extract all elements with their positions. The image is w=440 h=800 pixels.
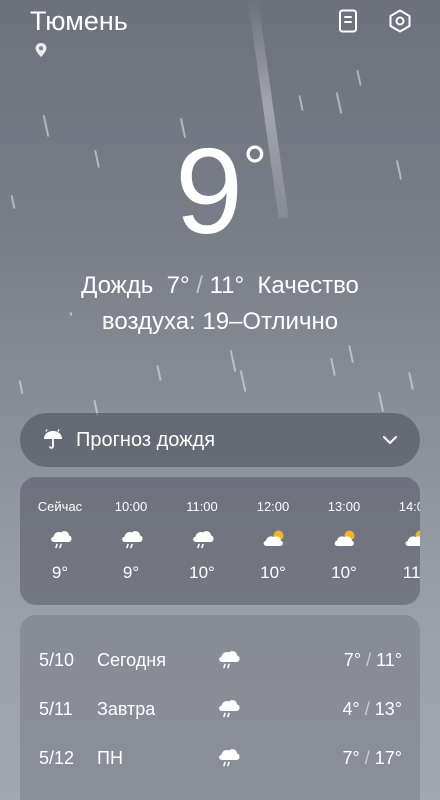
day-range: 7° / 17° (343, 748, 403, 769)
hour-time: 13:00 (327, 499, 361, 514)
high-temp: 11° (209, 272, 245, 299)
day-high: 13° (374, 699, 402, 719)
day-low: 7° (343, 650, 362, 670)
rain-cloud-icon (219, 749, 240, 767)
day-name: Сегодня (97, 650, 166, 670)
hour-time: 10:00 (114, 499, 148, 514)
weather-summary: Дождь 7° / 11° Качество воздуха: 19–Отли… (30, 268, 410, 340)
partly-cloudy-icon (334, 530, 355, 546)
hour-temp: 9° (51, 563, 69, 582)
rain-forecast-label: Прогноз дождя (76, 428, 216, 451)
chevron-down-icon[interactable] (382, 435, 398, 445)
day-high: 17° (374, 748, 402, 768)
edit-list-icon[interactable] (335, 8, 361, 34)
air-quality-value: воздуха: 19–Отлично (101, 308, 339, 335)
hour-time: 11:00 (186, 499, 218, 514)
day-range: 7° / 11° (344, 650, 402, 671)
day-row[interactable]: 5/10 Сегодня 7° / 11° (20, 640, 420, 680)
day-row[interactable]: 5/12 ПН 7° / 17° (20, 738, 420, 778)
day-name: Завтра (97, 699, 156, 719)
condition-text: Дождь (81, 272, 154, 299)
partly-cloudy-icon (263, 530, 284, 546)
hour-time: Сейчас (37, 499, 83, 514)
hour-time: 12:00 (256, 499, 290, 514)
day-low: 4° (342, 699, 360, 719)
day-separator: / (364, 748, 370, 768)
city-name[interactable]: Тюмень (30, 6, 128, 37)
temp-separator: / (196, 272, 203, 299)
rain-cloud-icon (219, 651, 240, 669)
degree-symbol: ° (242, 134, 267, 201)
air-quality-label: Качество (257, 272, 359, 299)
day-range: 4° / 13° (343, 699, 403, 720)
rain-cloud-icon (219, 700, 240, 718)
hour-temp: 10° (260, 563, 286, 582)
hour-temp: 10° (331, 563, 357, 582)
rain-cloud-icon (122, 531, 143, 549)
hour-temp: 10° (189, 563, 215, 582)
settings-gear-icon[interactable] (387, 8, 413, 34)
current-temperature: 9° (0, 130, 440, 252)
low-temp: 7° (166, 272, 190, 299)
day-row[interactable]: 5/11 Завтра 4° / 13° (20, 689, 420, 729)
day-separator: / (364, 699, 370, 719)
top-bar: Тюмень (0, 0, 440, 60)
summary-line-1: Дождь 7° / 11° Качество (30, 268, 410, 304)
temperature-value: 9 (175, 123, 243, 259)
day-date: 5/11 (39, 699, 73, 719)
hour-time: 14:00 (398, 499, 420, 514)
umbrella-icon (44, 429, 62, 449)
daily-forecast[interactable]: 5/10 Сегодня 7° / 11° 5/11 Завтра 4° / 1… (20, 615, 420, 800)
rain-cloud-icon (51, 531, 72, 549)
day-date: 5/12 (39, 748, 75, 768)
day-low: 7° (342, 748, 360, 768)
hour-temp: 9° (122, 563, 140, 582)
location-pin-icon (35, 43, 47, 57)
hourly-forecast[interactable]: Сейчас 9° 10:00 9° 11:00 10° 12:00 10° 1… (20, 477, 420, 605)
rain-forecast-card[interactable]: Прогноз дождя (20, 413, 420, 467)
hour-temp: 11° (402, 563, 420, 582)
rain-cloud-icon (193, 531, 214, 549)
day-separator: / (366, 650, 372, 670)
day-high: 11° (376, 650, 402, 670)
partly-cloudy-icon (405, 530, 420, 546)
day-date: 5/10 (39, 650, 75, 670)
day-name: ПН (97, 748, 123, 768)
